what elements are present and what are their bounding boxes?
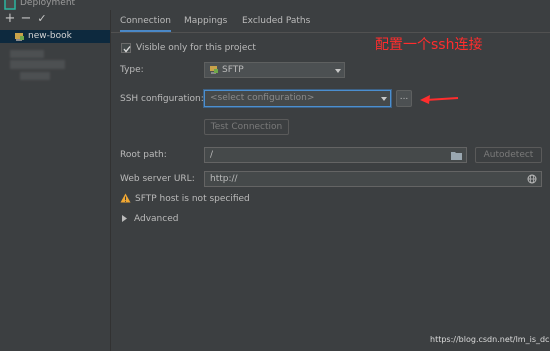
visible-only-label: Visible only for this project <box>136 43 256 53</box>
root-path-input[interactable]: / <box>204 147 467 163</box>
title-bar: Deployment <box>0 0 550 10</box>
web-server-url-value: http:// <box>210 174 238 184</box>
server-name: new-book <box>28 31 72 41</box>
type-label: Type: <box>120 65 144 75</box>
ssh-config-browse-button[interactable]: ... <box>396 90 412 107</box>
tab-excluded-paths[interactable]: Excluded Paths <box>242 10 310 32</box>
web-server-url-label: Web server URL: <box>120 174 195 184</box>
sftp-icon <box>210 66 218 74</box>
ssh-config-placeholder: <select configuration> <box>210 93 315 103</box>
add-icon[interactable]: + <box>3 12 17 26</box>
chevron-down-icon <box>381 97 387 101</box>
app-icon <box>4 0 16 10</box>
server-list-panel: + − ✓ new-book <box>0 10 111 351</box>
ssh-config-dropdown[interactable]: <select configuration> <box>204 90 391 107</box>
tab-mappings[interactable]: Mappings <box>184 10 227 32</box>
server-list-item[interactable]: new-book <box>0 30 110 43</box>
tab-connection[interactable]: Connection <box>120 10 171 32</box>
window-title: Deployment <box>20 0 76 8</box>
warning-text: SFTP host is not specified <box>135 194 250 204</box>
type-value: SFTP <box>222 65 244 75</box>
apply-icon[interactable]: ✓ <box>35 12 49 26</box>
warning-icon <box>120 193 131 203</box>
watermark: https://blog.csdn.net/lm_is_dc <box>430 335 550 344</box>
blurred-item <box>10 60 65 69</box>
advanced-toggle[interactable]: Advanced <box>134 214 178 224</box>
sftp-server-icon <box>15 33 24 41</box>
red-arrow-icon <box>420 95 459 104</box>
chevron-right-icon[interactable] <box>122 215 128 222</box>
ssh-config-label: SSH configuration: <box>120 94 204 104</box>
check-icon <box>123 46 131 53</box>
root-path-label: Root path: <box>120 150 167 160</box>
root-path-value: / <box>210 150 214 160</box>
annotation-text: 配置一个ssh连接 <box>375 37 483 53</box>
globe-icon[interactable] <box>527 174 537 184</box>
visible-only-checkbox[interactable] <box>121 43 131 53</box>
web-server-url-input[interactable]: http:// <box>204 171 542 187</box>
test-connection-button[interactable]: Test Connection <box>204 119 289 135</box>
blurred-item <box>20 72 50 80</box>
folder-icon[interactable] <box>451 151 462 160</box>
blurred-item <box>10 50 44 58</box>
tab-bar: Connection Mappings Excluded Paths <box>111 10 550 32</box>
type-dropdown[interactable]: SFTP <box>204 62 345 78</box>
tab-divider <box>111 32 550 33</box>
remove-icon[interactable]: − <box>19 12 33 26</box>
autodetect-button[interactable]: Autodetect <box>475 147 542 163</box>
chevron-down-icon <box>335 69 341 73</box>
